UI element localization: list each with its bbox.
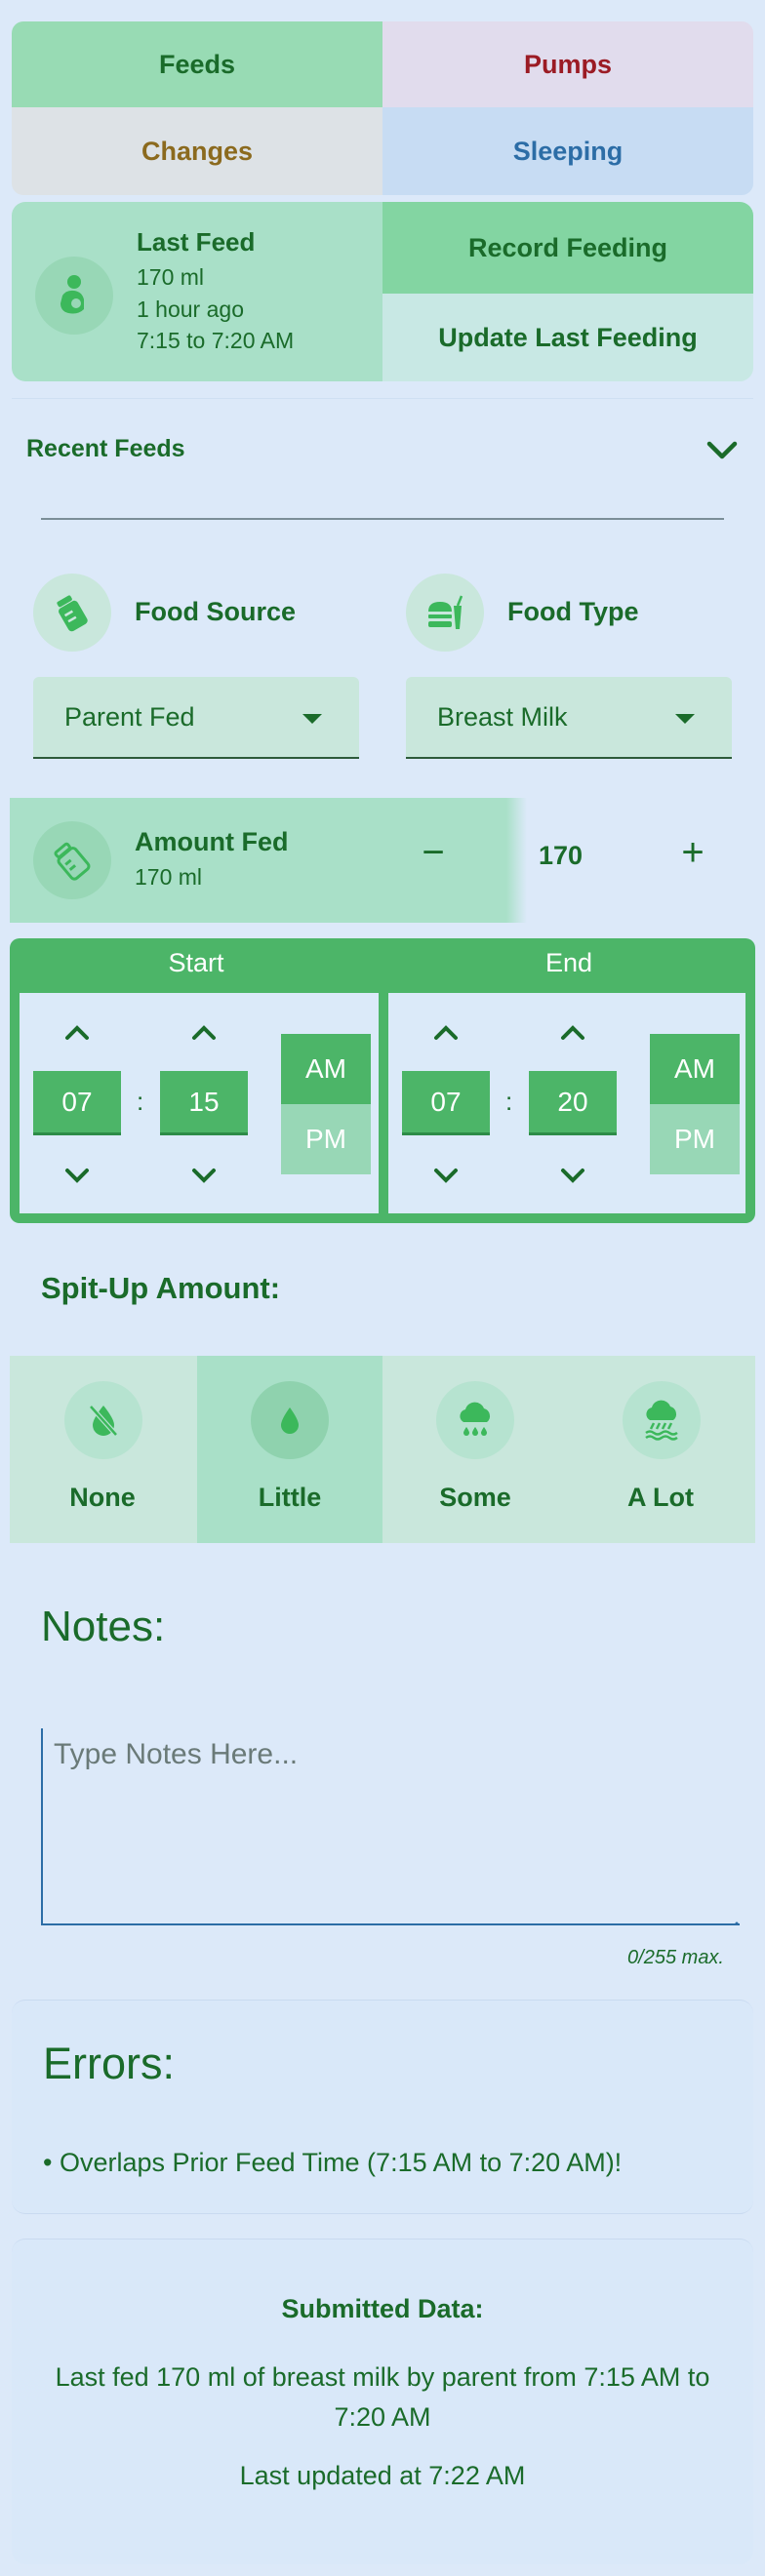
food-source-label: Food Source: [135, 597, 297, 626]
drop-icon: [251, 1381, 329, 1459]
last-feed-ago: 1 hour ago: [137, 297, 244, 322]
start-hour[interactable]: 07: [33, 1071, 121, 1135]
time-separator: :: [137, 1087, 144, 1116]
notes-title: Notes:: [41, 1603, 166, 1650]
submitted-text: Last fed 170 ml of breast milk by parent…: [55, 2362, 710, 2432]
increment-button[interactable]: +: [669, 831, 716, 875]
food-source-value: Parent Fed: [64, 702, 195, 732]
end-am-toggle[interactable]: AM: [650, 1034, 740, 1104]
notes-char-count: 0/255 max.: [627, 1947, 724, 1968]
error-item: • Overlaps Prior Feed Time (7:15 AM to 7…: [43, 2148, 623, 2177]
divider: [41, 518, 724, 520]
start-minute[interactable]: 15: [160, 1071, 248, 1135]
start-header: Start: [168, 948, 224, 977]
spit-up-label-none: None: [69, 1483, 136, 1512]
caret-down-icon: [302, 714, 322, 724]
feeding-baby-icon: [35, 257, 113, 335]
food-type-select[interactable]: Breast Milk: [406, 677, 732, 759]
tab-feeds[interactable]: Feeds: [12, 21, 382, 107]
chevron-up-icon[interactable]: [62, 1022, 92, 1042]
chevron-up-icon[interactable]: [431, 1022, 461, 1042]
update-last-feeding-button[interactable]: Update Last Feeding: [382, 294, 753, 381]
chevron-down-icon[interactable]: [62, 1167, 92, 1186]
recent-feeds-title[interactable]: Recent Feeds: [26, 435, 185, 463]
errors-panel: [12, 2000, 753, 2214]
chevron-down-icon[interactable]: [705, 435, 740, 464]
start-pm-toggle[interactable]: PM: [281, 1104, 371, 1174]
food-icon: [406, 574, 484, 652]
last-feed-amount: 170 ml: [137, 264, 205, 290]
cloud-drops-icon: [436, 1381, 514, 1459]
spit-up-label-little: Little: [258, 1483, 322, 1512]
spit-up-label-a-lot: A Lot: [627, 1483, 694, 1512]
spit-up-option-little[interactable]: Little: [197, 1356, 382, 1543]
spit-up-option-a-lot[interactable]: A Lot: [568, 1356, 755, 1543]
spit-up-label-some: Some: [439, 1483, 511, 1512]
submitted-title: Submitted Data:: [281, 2294, 484, 2323]
chevron-up-icon[interactable]: [558, 1022, 587, 1042]
tab-sleeping[interactable]: Sleeping: [382, 107, 753, 195]
amount-fed-label: Amount Fed: [135, 827, 289, 856]
cloud-rain-icon: [623, 1381, 701, 1459]
record-feeding-button[interactable]: Record Feeding: [382, 202, 753, 294]
time-separator: :: [505, 1087, 513, 1116]
end-header: End: [544, 948, 593, 977]
last-feed-title: Last Feed: [137, 227, 256, 257]
end-hour[interactable]: 07: [402, 1071, 490, 1135]
spit-up-title: Spit-Up Amount:: [41, 1271, 281, 1305]
amount-fed-sub: 170 ml: [135, 864, 203, 890]
food-type-label: Food Type: [507, 597, 639, 626]
last-feed-card: Last Feed 170 ml 1 hour ago 7:15 to 7:20…: [12, 202, 382, 381]
end-minute[interactable]: 20: [529, 1071, 617, 1135]
resize-handle-icon[interactable]: [732, 1914, 740, 1925]
last-feed-range: 7:15 to 7:20 AM: [137, 328, 295, 353]
spit-up-option-none[interactable]: None: [10, 1356, 197, 1543]
decrement-button[interactable]: −: [410, 831, 457, 875]
food-type-value: Breast Milk: [437, 702, 568, 732]
end-pm-toggle[interactable]: PM: [650, 1104, 740, 1174]
notes-placeholder: Type Notes Here...: [54, 1738, 299, 1770]
chevron-up-icon[interactable]: [189, 1022, 219, 1042]
chevron-down-icon[interactable]: [189, 1167, 219, 1186]
caret-down-icon: [675, 714, 695, 724]
errors-title: Errors:: [43, 2039, 175, 2088]
chevron-down-icon[interactable]: [431, 1167, 461, 1186]
food-source-select[interactable]: Parent Fed: [33, 677, 359, 759]
amount-value: 170: [539, 841, 584, 870]
submitted-updated: Last updated at 7:22 AM: [239, 2461, 526, 2490]
start-am-toggle[interactable]: AM: [281, 1034, 371, 1104]
tab-pumps[interactable]: Pumps: [382, 21, 753, 107]
bottle-icon: [33, 574, 111, 652]
spit-up-option-some[interactable]: Some: [382, 1356, 568, 1543]
chevron-down-icon[interactable]: [558, 1167, 587, 1186]
bottle-outline-icon: [33, 821, 111, 899]
tab-changes[interactable]: Changes: [12, 107, 382, 195]
no-drop-icon: [64, 1381, 142, 1459]
